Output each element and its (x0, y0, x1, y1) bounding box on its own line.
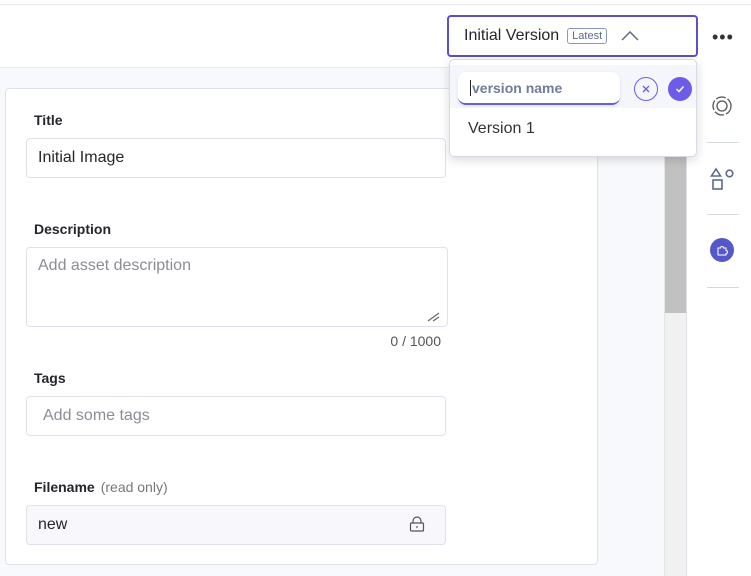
version-list-item[interactable]: Version 1 (468, 120, 535, 138)
target-icon[interactable] (711, 95, 733, 117)
version-name-placeholder: version name (472, 79, 563, 96)
chevron-up-icon (621, 31, 639, 41)
filename-input: new (26, 505, 446, 545)
tags-input[interactable]: Add some tags (26, 396, 446, 436)
tags-label: Tags (34, 370, 66, 386)
version-popup: version name Version 1 (449, 59, 697, 157)
latest-badge: Latest (567, 28, 608, 44)
version-select[interactable]: Initial Version Latest (447, 15, 698, 57)
title-label: Title (34, 112, 63, 128)
resize-handle-icon[interactable] (426, 310, 440, 322)
check-icon (675, 85, 685, 93)
filename-label: Filename (read only) (34, 479, 168, 495)
title-input[interactable]: Initial Image (26, 138, 446, 178)
filename-value: new (38, 516, 68, 533)
description-textarea[interactable]: Add asset description (26, 247, 448, 327)
sidebar-divider (707, 214, 739, 215)
version-name-input[interactable]: version name (458, 72, 620, 105)
read-only-note: (read only) (100, 479, 168, 495)
description-counter: 0 / 1000 (390, 333, 441, 349)
sidebar-divider (707, 287, 739, 288)
filename-label-text: Filename (34, 479, 95, 495)
tags-placeholder: Add some tags (43, 407, 150, 424)
puzzle-icon[interactable] (710, 238, 734, 262)
description-label: Description (34, 221, 112, 237)
lock-icon (409, 516, 425, 532)
title-value: Initial Image (38, 149, 125, 166)
version-select-label: Initial Version (464, 27, 560, 44)
more-icon[interactable]: ••• (712, 27, 734, 48)
shapes-icon[interactable] (710, 167, 736, 193)
cancel-button[interactable] (634, 77, 658, 101)
close-icon (642, 85, 650, 93)
sidebar-divider (707, 142, 739, 143)
description-placeholder: Add asset description (38, 257, 191, 274)
confirm-button[interactable] (668, 77, 692, 101)
